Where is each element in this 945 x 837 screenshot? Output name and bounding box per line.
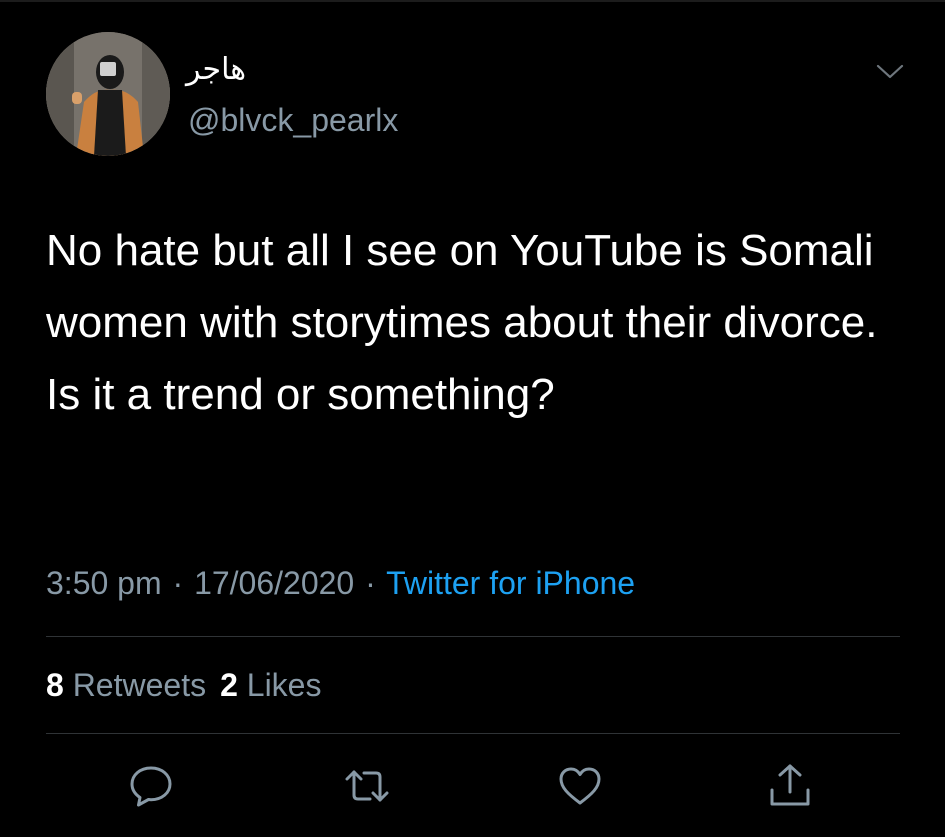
meta-separator: ·	[365, 565, 376, 601]
avatar-photo	[46, 32, 170, 156]
tweet-meta: 3:50 pm · 17/06/2020 · Twitter for iPhon…	[46, 562, 635, 604]
avatar[interactable]	[46, 32, 170, 156]
chevron-down-icon[interactable]	[872, 56, 908, 86]
divider	[46, 733, 900, 734]
tweet-source-link[interactable]: Twitter for iPhone	[386, 565, 635, 601]
like-button[interactable]	[556, 762, 604, 810]
user-handle[interactable]: @blvck_pearlx	[188, 100, 398, 140]
retweets-count: 8	[46, 667, 64, 703]
meta-separator: ·	[172, 565, 184, 601]
reply-button[interactable]	[127, 762, 175, 810]
retweets-label: Retweets	[72, 667, 207, 703]
reply-icon	[130, 766, 172, 807]
likes-label: Likes	[246, 667, 322, 703]
share-button[interactable]	[766, 762, 814, 810]
retweets-stat[interactable]: 8 Retweets	[46, 667, 206, 703]
divider	[46, 636, 900, 637]
retweet-icon	[345, 770, 389, 802]
top-border	[0, 0, 945, 2]
tweet-text: No hate but all I see on YouTube is Soma…	[46, 226, 878, 419]
display-name[interactable]: هاجر	[186, 50, 246, 90]
share-icon	[770, 764, 810, 806]
retweet-button[interactable]	[343, 762, 391, 810]
tweet-time[interactable]: 3:50 pm	[46, 565, 162, 601]
tweet-stats: 8 Retweets 2 Likes	[46, 664, 335, 706]
tweet-card: هاجر @blvck_pearlx No hate but all I see…	[0, 0, 945, 837]
heart-icon	[559, 767, 601, 805]
likes-count: 2	[220, 667, 238, 703]
tweet-date[interactable]: 17/06/2020	[194, 565, 354, 601]
likes-stat[interactable]: 2 Likes	[220, 667, 321, 703]
